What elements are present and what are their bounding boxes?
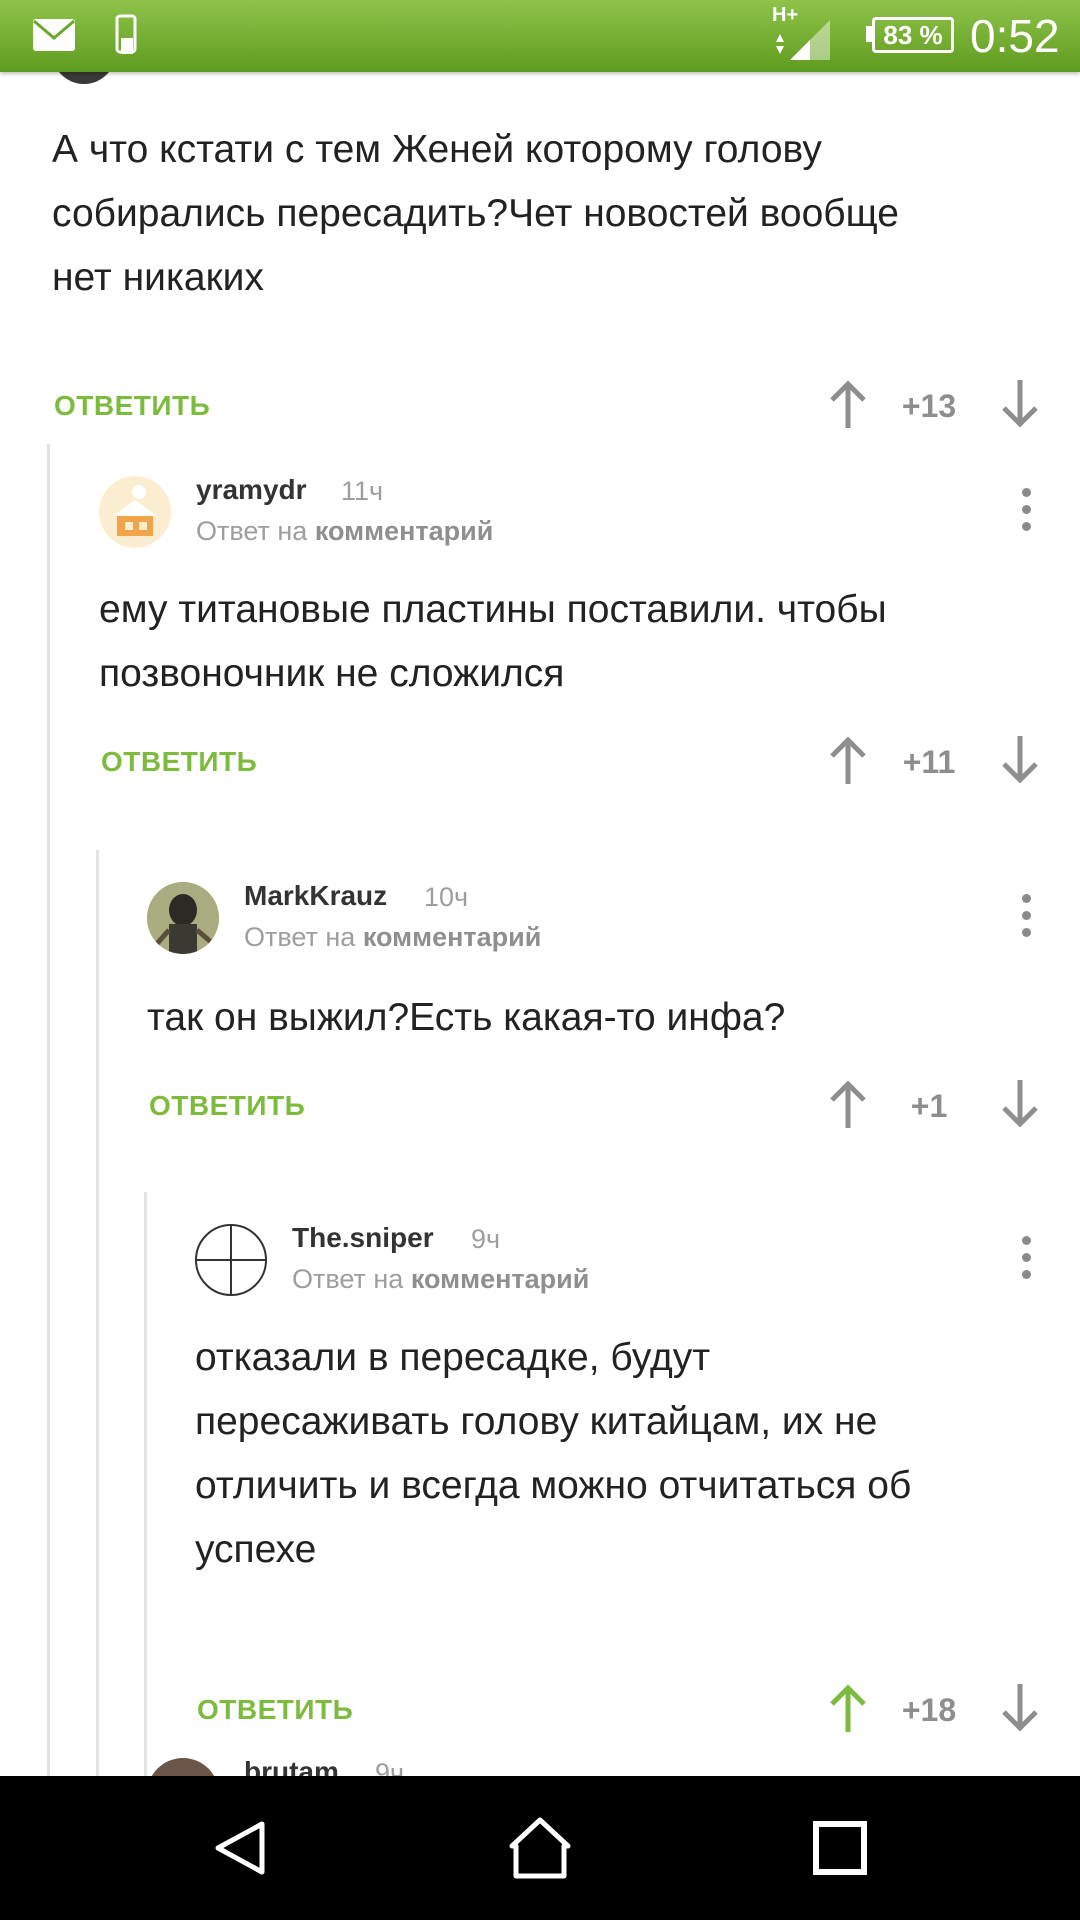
more-icon[interactable] — [1016, 1236, 1036, 1284]
arrow-up-icon[interactable] — [826, 734, 870, 786]
vote-score: +13 — [901, 388, 957, 424]
phone-icon — [115, 14, 137, 54]
mail-icon — [33, 19, 75, 51]
home-icon[interactable] — [508, 1816, 572, 1880]
reply-to-link[interactable]: комментарий — [315, 516, 494, 546]
comment-text: отказали в пересадке, будут пересаживать… — [195, 1336, 912, 1571]
vote-score: +1 — [910, 1088, 948, 1124]
comment-time: 10ч — [424, 882, 469, 912]
avatar-person-icon — [147, 882, 219, 954]
comment-header: brutam 9ч — [147, 1752, 1080, 1776]
vote-score: +18 — [901, 1692, 957, 1728]
recents-icon[interactable] — [808, 1816, 872, 1880]
signal-icon — [776, 20, 830, 60]
avatar — [52, 72, 116, 84]
more-icon[interactable] — [1016, 488, 1036, 536]
reply-to[interactable]: Ответ на комментарий — [196, 516, 493, 547]
reply-to-prefix: Ответ на — [292, 1264, 404, 1294]
reply-button[interactable]: ОТВЕТИТЬ — [197, 1694, 353, 1726]
comment-actions: ОТВЕТИТЬ +13 — [52, 376, 1042, 436]
clock: 0:52 — [970, 10, 1060, 62]
arrow-down-icon[interactable] — [998, 378, 1042, 430]
thread-line — [47, 444, 50, 1776]
avatar[interactable] — [195, 1224, 267, 1296]
crosshair-icon — [197, 1226, 265, 1294]
reply-to-prefix: Ответ на — [244, 922, 356, 952]
avatar[interactable] — [99, 476, 171, 548]
comments-feed[interactable]: А что кстати с тем Женей которому голову… — [0, 72, 1080, 1776]
arrow-up-icon[interactable] — [826, 378, 870, 430]
reply-to-link[interactable]: комментарий — [363, 922, 542, 952]
comment-text: А что кстати с тем Женей которому голову… — [52, 128, 899, 299]
comment-header: The.sniper 9ч Ответ на комментарий — [195, 1218, 1080, 1298]
reply-button[interactable]: ОТВЕТИТЬ — [101, 746, 257, 778]
comment-header: yramydr 11ч Ответ на комментарий — [99, 470, 1080, 550]
comment-text: так он выжил?Есть какая-то инфа? — [147, 996, 786, 1039]
comment-actions: ОТВЕТИТЬ +18 — [195, 1680, 1050, 1740]
back-icon[interactable] — [208, 1816, 272, 1880]
comment-time: 9ч — [375, 1758, 405, 1776]
comment-text: ему титановые пластины поставили. чтобы … — [99, 588, 887, 695]
comment: А что кстати с тем Женей которому голову… — [52, 118, 1052, 448]
reply-to-link[interactable]: комментарий — [411, 1264, 590, 1294]
reply-to[interactable]: Ответ на комментарий — [244, 922, 541, 953]
reply-button[interactable]: ОТВЕТИТЬ — [54, 390, 210, 422]
comment: MarkKrauz 10ч Ответ на комментарий так о… — [147, 876, 1080, 1196]
reply-to[interactable]: Ответ на комментарий — [292, 1264, 589, 1295]
author-name[interactable]: MarkKrauz — [244, 880, 387, 912]
arrow-down-icon[interactable] — [998, 1682, 1042, 1734]
author-name[interactable]: The.sniper — [292, 1222, 434, 1254]
avatar[interactable] — [147, 1758, 219, 1776]
thread-line — [96, 850, 99, 1776]
arrow-up-icon[interactable] — [826, 1078, 870, 1130]
comment-actions: ОТВЕТИТЬ +1 — [147, 1076, 1050, 1136]
comment-time: 11ч — [341, 476, 384, 506]
status-bar: H+ 83 % 0:52 — [0, 0, 1080, 72]
more-icon[interactable] — [1016, 894, 1036, 942]
reply-to-prefix: Ответ на — [196, 516, 308, 546]
arrow-down-icon[interactable] — [998, 1078, 1042, 1130]
vote-score: +11 — [902, 744, 956, 780]
comment: The.sniper 9ч Ответ на комментарий отказ… — [195, 1218, 1080, 1758]
arrow-down-icon[interactable] — [998, 734, 1042, 786]
reply-button[interactable]: ОТВЕТИТЬ — [149, 1090, 305, 1122]
avatar[interactable] — [147, 882, 219, 954]
author-name[interactable]: yramydr — [196, 474, 307, 506]
comment-actions: ОТВЕТИТЬ +11 — [99, 732, 1050, 792]
navigation-bar — [0, 1776, 1080, 1920]
comment-header: MarkKrauz 10ч Ответ на комментарий — [147, 876, 1080, 956]
thread-line — [144, 1192, 147, 1776]
comment-time: 9ч — [471, 1224, 501, 1254]
comment: yramydr 11ч Ответ на комментарий ему тит… — [99, 470, 1080, 850]
arrow-up-icon[interactable] — [826, 1682, 870, 1734]
avatar-house-icon — [113, 485, 157, 536]
author-name[interactable]: brutam — [244, 1756, 339, 1776]
comment: brutam 9ч — [147, 1752, 1080, 1776]
battery-icon: 83 % — [872, 17, 954, 53]
